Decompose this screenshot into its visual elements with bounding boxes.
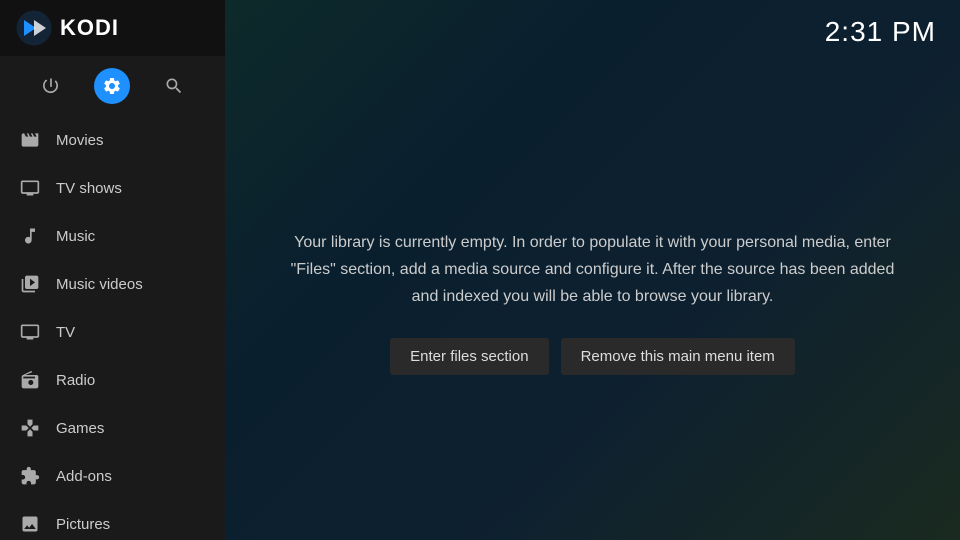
sidebar-item-add-ons[interactable]: Add-ons xyxy=(0,452,225,500)
top-bar: 2:31 PM xyxy=(225,0,960,64)
power-button[interactable] xyxy=(33,68,69,104)
tv-shows-label: TV shows xyxy=(56,180,122,197)
tv-icon xyxy=(16,318,44,346)
time-display: 2:31 PM xyxy=(825,16,936,48)
remove-menu-item-button[interactable]: Remove this main menu item xyxy=(561,338,795,375)
content-area: Your library is currently empty. In orde… xyxy=(225,64,960,540)
music-videos-label: Music videos xyxy=(56,276,143,293)
sidebar-item-music[interactable]: Music xyxy=(0,212,225,260)
sidebar-item-music-videos[interactable]: Music videos xyxy=(0,260,225,308)
add-ons-label: Add-ons xyxy=(56,468,112,485)
sidebar-item-tv-shows[interactable]: TV shows xyxy=(0,164,225,212)
sidebar-item-games[interactable]: Games xyxy=(0,404,225,452)
message-box: Your library is currently empty. In orde… xyxy=(285,229,900,376)
music-videos-icon xyxy=(16,270,44,298)
radio-label: Radio xyxy=(56,372,95,389)
enter-files-button[interactable]: Enter files section xyxy=(390,338,548,375)
music-label: Music xyxy=(56,228,95,245)
tv-shows-icon xyxy=(16,174,44,202)
sidebar-header: KODI xyxy=(0,0,225,56)
app-title: KODI xyxy=(60,15,119,41)
games-icon xyxy=(16,414,44,442)
radio-icon xyxy=(16,366,44,394)
sidebar-item-tv[interactable]: TV xyxy=(0,308,225,356)
main-content: 2:31 PM Your library is currently empty.… xyxy=(225,0,960,540)
music-icon xyxy=(16,222,44,250)
sidebar-item-radio[interactable]: Radio xyxy=(0,356,225,404)
settings-button[interactable] xyxy=(94,68,130,104)
sidebar-item-movies[interactable]: Movies xyxy=(0,116,225,164)
movies-label: Movies xyxy=(56,132,104,149)
games-label: Games xyxy=(56,420,104,437)
empty-library-message: Your library is currently empty. In orde… xyxy=(285,229,900,311)
search-button[interactable] xyxy=(156,68,192,104)
add-ons-icon xyxy=(16,462,44,490)
movies-icon xyxy=(16,126,44,154)
nav-items-list: Movies TV shows Music Music videos TV xyxy=(0,116,225,540)
sidebar-item-pictures[interactable]: Pictures xyxy=(0,500,225,540)
pictures-label: Pictures xyxy=(56,516,110,533)
top-icons-bar xyxy=(0,56,225,116)
tv-label: TV xyxy=(56,324,75,341)
sidebar: KODI Movies TV shows xyxy=(0,0,225,540)
action-buttons: Enter files section Remove this main men… xyxy=(285,338,900,375)
kodi-logo xyxy=(16,10,52,46)
pictures-icon xyxy=(16,510,44,538)
